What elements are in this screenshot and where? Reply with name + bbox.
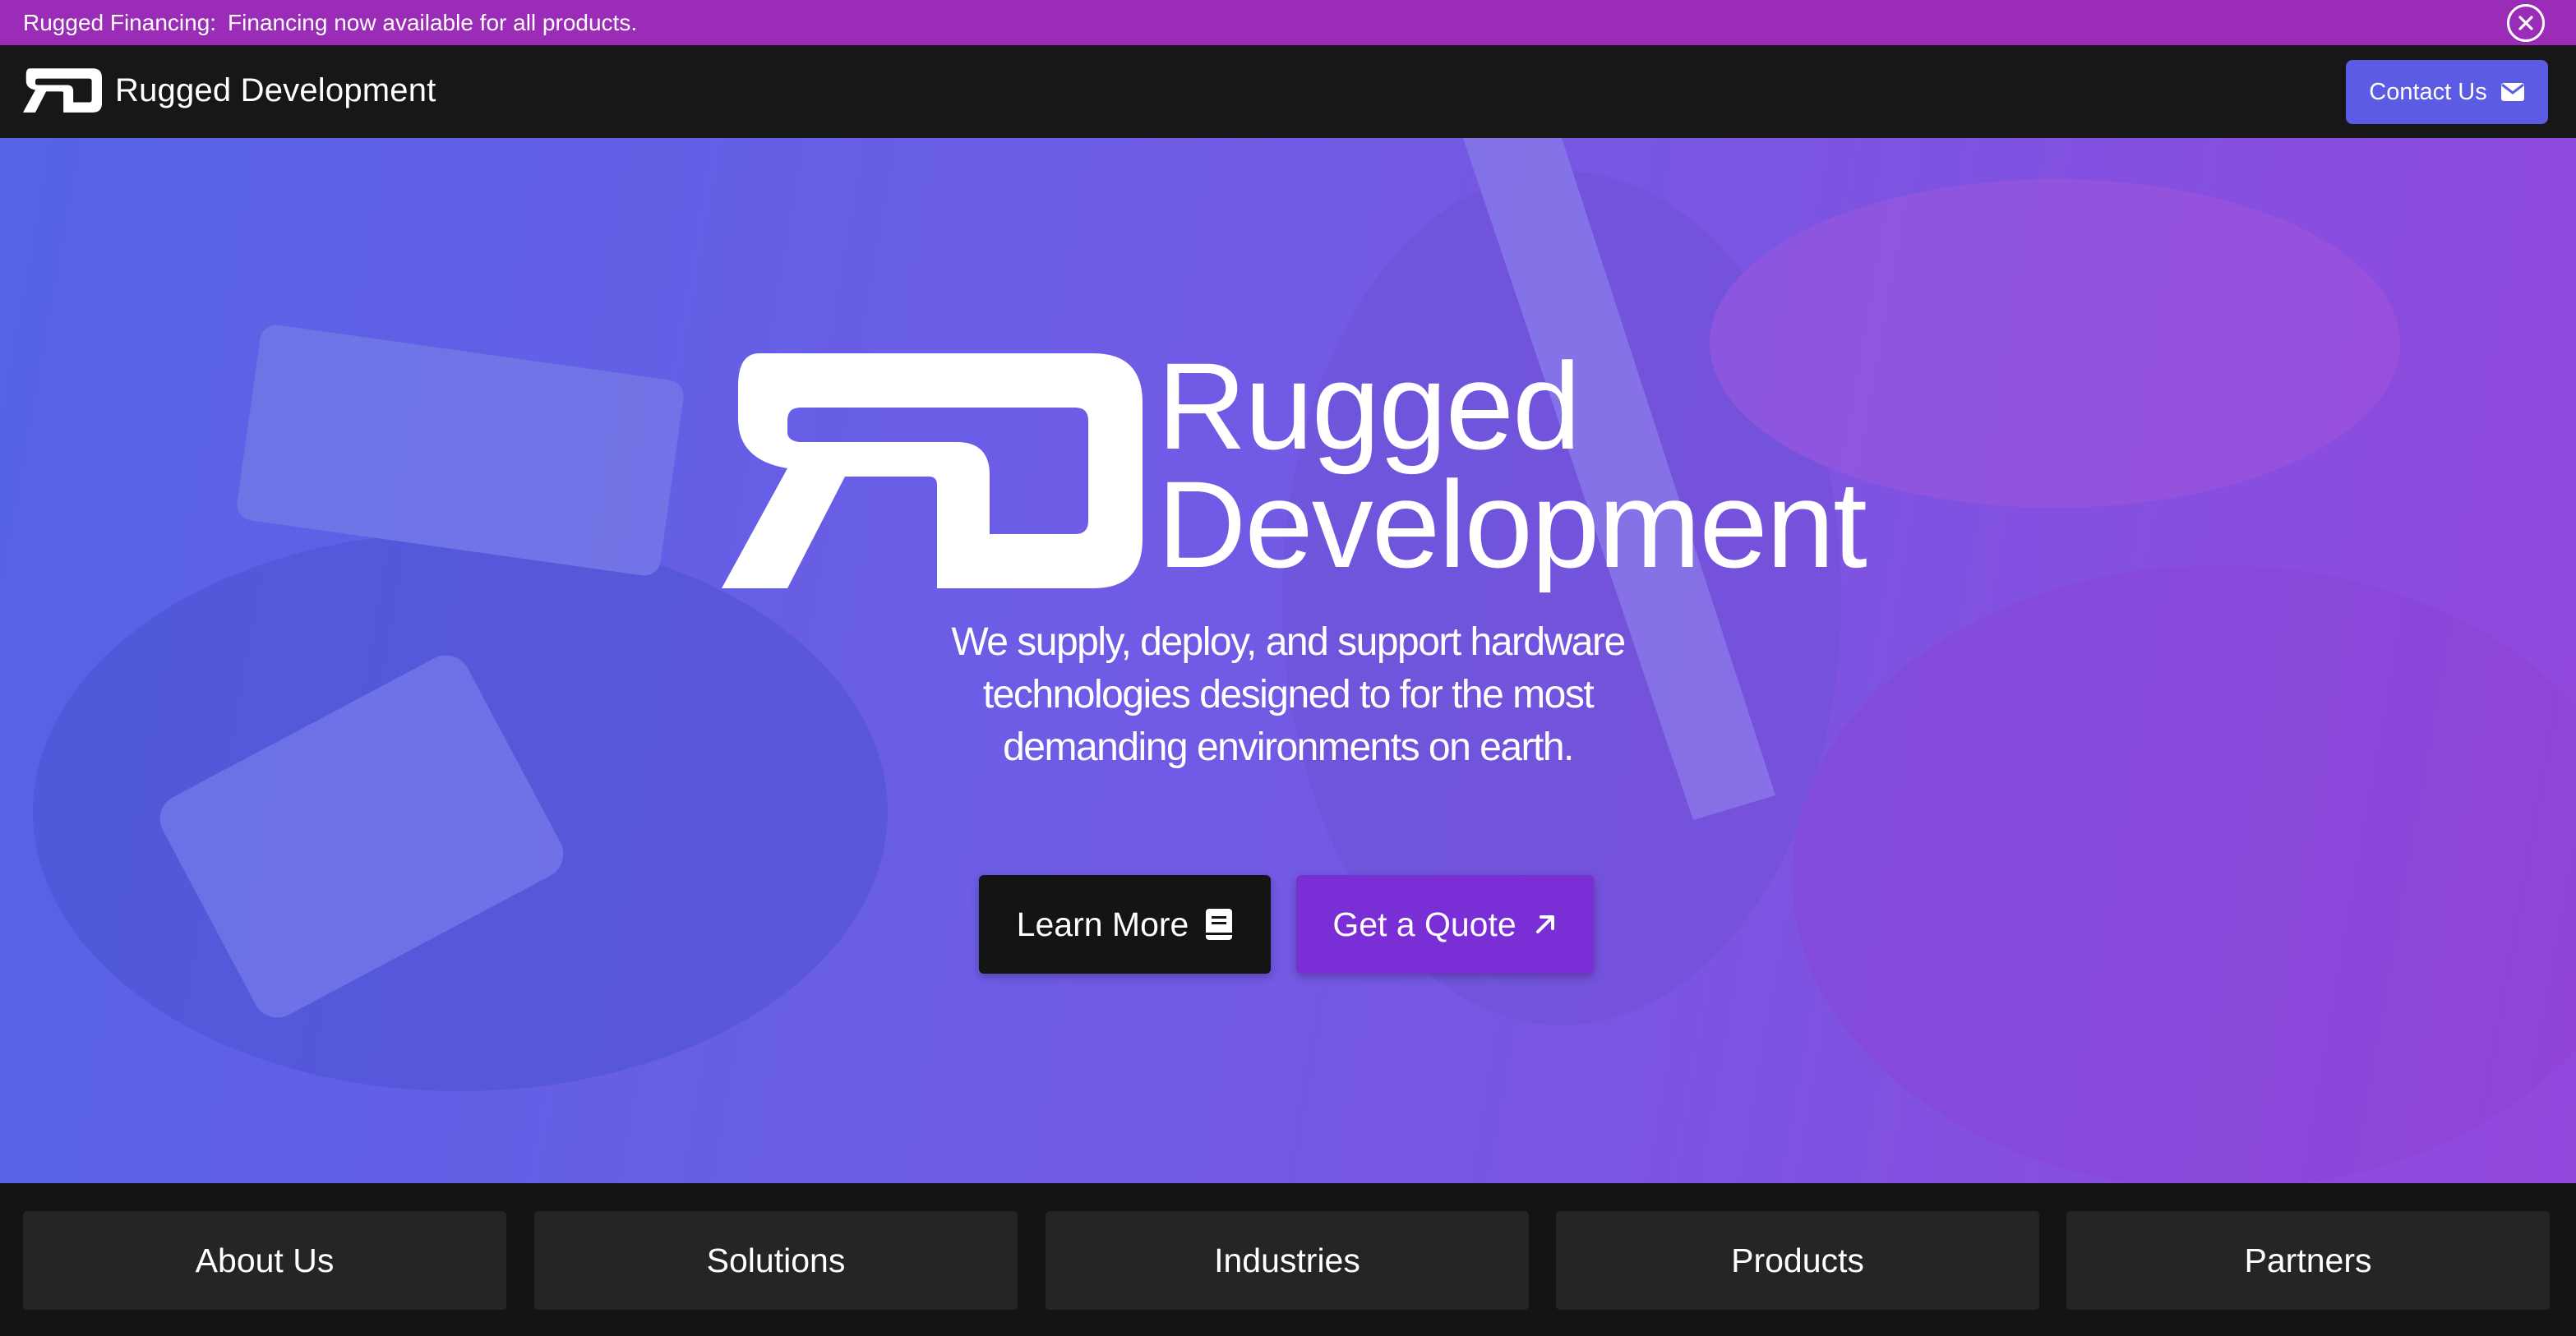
learn-more-button[interactable]: Learn More [979,875,1271,974]
announcement-bar: Rugged Financing: Financing now availabl… [0,0,2576,45]
rd-logo-icon [23,68,102,113]
brand-name: Rugged Development [115,71,436,108]
hero-title: Rugged Development [1157,337,1867,593]
announcement-message: Financing now available for all products… [228,9,638,35]
hero-subtitle: We supply, deploy, and support hardware … [877,616,1699,774]
contact-us-button[interactable]: Contact Us [2346,60,2548,124]
contact-us-label: Contact Us [2369,78,2487,105]
hero-subtitle-line3: demanding environments on earth. [1003,726,1574,769]
nav-tile-products[interactable]: Products [1556,1211,2039,1310]
nav-tile-solutions[interactable]: Solutions [534,1211,1018,1310]
nav-tile-about-us[interactable]: About Us [23,1211,506,1310]
brand-home-link[interactable]: Rugged Development [23,68,436,113]
nav-tile-partners[interactable]: Partners [2066,1211,2550,1310]
hero-title-line1: Rugged [1157,337,1581,475]
arrow-up-right-icon [1535,915,1554,933]
hero-rd-logo [722,353,1143,588]
hero-subtitle-line2: technologies designed to for the most [982,673,1595,716]
hero-section: Rugged Development We supply, deploy, an… [0,138,2576,1183]
announcement-label: Rugged Financing: [23,9,217,35]
book-icon [1206,909,1233,940]
close-icon [2518,16,2533,30]
get-quote-button[interactable]: Get a Quote [1296,875,1594,974]
close-announcement-button[interactable] [2507,4,2545,42]
navbar: Rugged Development Contact Us [0,45,2576,138]
hero-title-line2: Development [1157,455,1867,593]
learn-more-label: Learn More [1016,905,1189,943]
hero-subtitle-line1: We supply, deploy, and support hardware [951,620,1626,664]
get-quote-label: Get a Quote [1332,905,1517,943]
nav-tile-industries[interactable]: Industries [1046,1211,1529,1310]
bottom-nav: About Us Solutions Industries Products P… [0,1183,2576,1336]
envelope-icon [2500,83,2524,101]
